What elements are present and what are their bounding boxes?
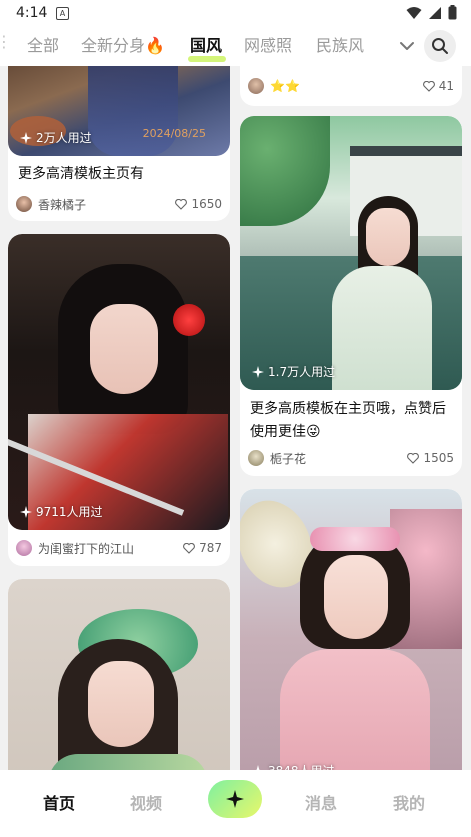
qipao-shape: [332, 266, 432, 390]
template-photo[interactable]: 2024/08/25 2万人用过: [8, 66, 230, 156]
create-button[interactable]: [208, 780, 262, 818]
usage-count: 9711人用过: [20, 503, 103, 520]
like-button[interactable]: 41: [422, 79, 454, 93]
template-card[interactable]: 9711人用过 为闺蜜打下的江山 787: [8, 234, 230, 566]
face-shape: [88, 661, 154, 747]
signal-icon: [429, 6, 441, 19]
active-tab-indicator: [188, 56, 226, 62]
author-row: 香辣橘子 1650: [16, 194, 222, 214]
template-photo[interactable]: [8, 579, 230, 770]
flower-crown: [310, 527, 400, 551]
usage-count: 2万人用过: [20, 129, 92, 146]
like-count: 787: [199, 541, 222, 555]
tab-ethnic[interactable]: 民族风: [316, 32, 364, 56]
hanfu-shape: [280, 649, 430, 770]
template-photo[interactable]: 3848人用过: [240, 489, 462, 770]
template-card[interactable]: 3848人用过: [240, 489, 462, 770]
tab-partial[interactable]: ⋮: [0, 32, 12, 51]
rating-stars: ⭐⭐: [270, 79, 300, 93]
heart-icon: [175, 198, 188, 210]
face-shape: [324, 555, 388, 639]
heart-icon: [407, 452, 420, 464]
bottom-nav: 首页 视频 消息 我的: [0, 770, 471, 837]
usage-text: 2万人用过: [36, 131, 92, 145]
tab-new-avatar[interactable]: 全新分身🔥: [81, 32, 165, 56]
usage-count: 1.7万人用过: [252, 363, 335, 380]
nav-home[interactable]: 首页: [43, 790, 75, 814]
tab-guofeng[interactable]: 国风: [190, 32, 222, 56]
category-tab-bar: ⋮ 全部 全新分身🔥 国风 网感照 民族风: [0, 26, 471, 66]
sparkle-icon: [20, 505, 32, 518]
status-time: 4:14: [16, 5, 48, 21]
battery-icon: [448, 5, 457, 20]
template-card[interactable]: 2024/08/25 2万人用过 更多高清模板主页有 香辣橘子 1650: [8, 66, 230, 221]
like-button[interactable]: 1505: [407, 451, 454, 465]
face-shape: [366, 208, 410, 266]
nav-me[interactable]: 我的: [393, 790, 425, 814]
sparkle-icon: [20, 131, 32, 144]
author-name[interactable]: 栀子花: [270, 450, 407, 467]
usage-text: 9711人用过: [36, 505, 103, 519]
dress-shape: [88, 66, 178, 156]
like-button[interactable]: 787: [183, 541, 222, 555]
nav-messages[interactable]: 消息: [305, 790, 337, 814]
usage-text: 3848人用过: [268, 762, 335, 770]
avatar[interactable]: [248, 78, 264, 94]
search-icon: [432, 38, 448, 54]
expand-tabs-button[interactable]: [394, 34, 420, 58]
author-row: ⭐⭐ 41: [248, 76, 454, 96]
avatar[interactable]: [248, 450, 264, 466]
tab-wanggan[interactable]: 网感照: [244, 32, 292, 56]
template-photo[interactable]: 1.7万人用过: [240, 116, 462, 390]
heart-icon: [183, 542, 195, 554]
author-name[interactable]: 为闺蜜打下的江山: [38, 540, 183, 557]
author-name[interactable]: 香辣橘子: [38, 196, 175, 213]
template-feed[interactable]: 2024/08/25 2万人用过 更多高清模板主页有 香辣橘子 1650 971…: [0, 66, 471, 770]
usage-text: 1.7万人用过: [268, 365, 336, 379]
avatar[interactable]: [16, 540, 32, 556]
author-row: 栀子花 1505: [248, 448, 454, 468]
tab-all[interactable]: 全部: [27, 32, 59, 56]
nav-video[interactable]: 视频: [130, 790, 162, 814]
template-card[interactable]: [8, 579, 230, 770]
notification-icon: A: [56, 7, 69, 20]
date-watermark: 2024/08/25: [142, 127, 206, 140]
face-shape: [90, 304, 158, 394]
dress-shape: [48, 754, 208, 770]
like-count: 41: [438, 79, 454, 93]
template-photo[interactable]: 9711人用过: [8, 234, 230, 530]
like-button[interactable]: 1650: [175, 197, 222, 211]
usage-count: 3848人用过: [252, 762, 335, 770]
like-count: 1505: [423, 451, 454, 465]
tree-shape: [240, 116, 330, 226]
chevron-down-icon: [400, 42, 414, 50]
template-card[interactable]: 1.7万人用过 更多高质模板在主页哦，点赞后使用更佳😜 栀子花 1505: [240, 116, 462, 476]
card-title: 更多高质模板在主页哦，点赞后使用更佳😜: [250, 401, 446, 440]
sparkle-icon: [252, 365, 264, 378]
flower-ornament: [173, 304, 205, 336]
template-card[interactable]: ⭐⭐ 41: [240, 66, 462, 106]
status-icons: [406, 5, 457, 20]
wifi-icon: [406, 6, 422, 19]
search-button[interactable]: [424, 30, 456, 62]
author-row: 为闺蜜打下的江山 787: [16, 538, 222, 558]
avatar[interactable]: [16, 196, 32, 212]
card-title: 更多高清模板主页有: [18, 166, 144, 182]
like-count: 1650: [191, 197, 222, 211]
status-bar: 4:14 A: [0, 0, 471, 26]
heart-icon: [422, 80, 435, 92]
sparkle-icon: [226, 790, 244, 808]
